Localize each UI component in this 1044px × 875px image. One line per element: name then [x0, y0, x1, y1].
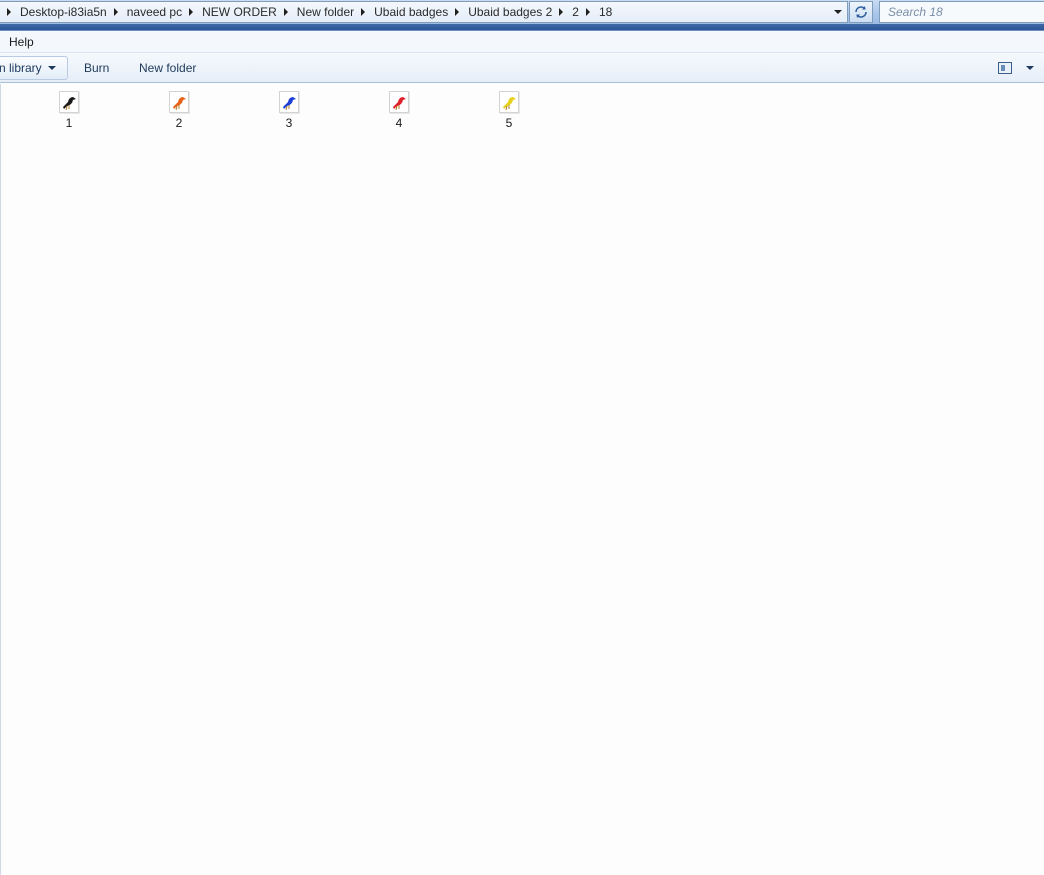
breadcrumb-arrow-icon[interactable] — [361, 8, 366, 16]
file-name: 1 — [65, 116, 73, 130]
include-in-library-label: n library — [0, 61, 42, 75]
command-bar: n library Burn New folder — [0, 53, 1044, 83]
change-view-button[interactable] — [998, 58, 1040, 78]
breadcrumb-ubaid-badges-2[interactable]: Ubaid badges 2 — [468, 5, 552, 19]
view-options-icon — [998, 62, 1012, 74]
window-title-bar: Desktop-i83ia5n naveed pc NEW ORDER New … — [0, 0, 1044, 31]
file-item[interactable]: 4 — [379, 91, 419, 130]
file-item[interactable]: 2 — [159, 91, 199, 130]
file-item[interactable]: 5 — [489, 91, 529, 130]
breadcrumb-arrow-icon[interactable] — [585, 8, 590, 16]
chevron-down-icon — [47, 66, 56, 70]
breadcrumb-2[interactable]: 2 — [572, 5, 579, 19]
breadcrumb-arrow-icon[interactable] — [283, 8, 288, 16]
menu-bar: Help — [0, 31, 1044, 53]
breadcrumb-new-order[interactable]: NEW ORDER — [202, 5, 277, 19]
breadcrumb-new-folder[interactable]: New folder — [297, 5, 354, 19]
chevron-down-icon — [1026, 66, 1034, 70]
address-history-dropdown[interactable] — [829, 2, 847, 22]
file-list-pane[interactable]: 1 2 3 4 5 — [0, 84, 1044, 875]
burn-button[interactable]: Burn — [84, 56, 109, 80]
file-name: 3 — [285, 116, 293, 130]
bird-red-icon — [389, 91, 409, 113]
refresh-button[interactable] — [849, 1, 873, 23]
new-folder-button[interactable]: New folder — [139, 56, 196, 80]
file-name: 4 — [395, 116, 403, 130]
breadcrumb-desktop[interactable]: Desktop-i83ia5n — [20, 5, 107, 19]
file-item[interactable]: 3 — [269, 91, 309, 130]
breadcrumb-arrow-icon[interactable] — [455, 8, 460, 16]
bird-blue-icon — [279, 91, 299, 113]
file-item[interactable]: 1 — [49, 91, 89, 130]
file-name: 5 — [505, 116, 513, 130]
bird-orange-icon — [169, 91, 189, 113]
address-bar[interactable]: Desktop-i83ia5n naveed pc NEW ORDER New … — [0, 1, 848, 23]
breadcrumb-18[interactable]: 18 — [599, 5, 612, 19]
breadcrumb-arrow-icon[interactable] — [189, 8, 194, 16]
breadcrumb-ubaid-badges[interactable]: Ubaid badges — [374, 5, 448, 19]
breadcrumb-arrow-icon[interactable] — [113, 8, 118, 16]
search-input[interactable] — [880, 2, 1044, 22]
chevron-down-icon — [834, 10, 842, 14]
menu-item-help[interactable]: Help — [0, 35, 43, 49]
breadcrumb-arrow-icon[interactable] — [7, 8, 11, 16]
bird-yellow-icon — [499, 91, 519, 113]
include-in-library-button[interactable]: n library — [0, 56, 68, 80]
breadcrumb-naveed-pc[interactable]: naveed pc — [127, 5, 182, 19]
search-box[interactable] — [879, 1, 1044, 23]
refresh-icon — [855, 6, 867, 18]
file-name: 2 — [175, 116, 183, 130]
bird-black-icon — [59, 91, 79, 113]
breadcrumb-arrow-icon[interactable] — [559, 8, 564, 16]
